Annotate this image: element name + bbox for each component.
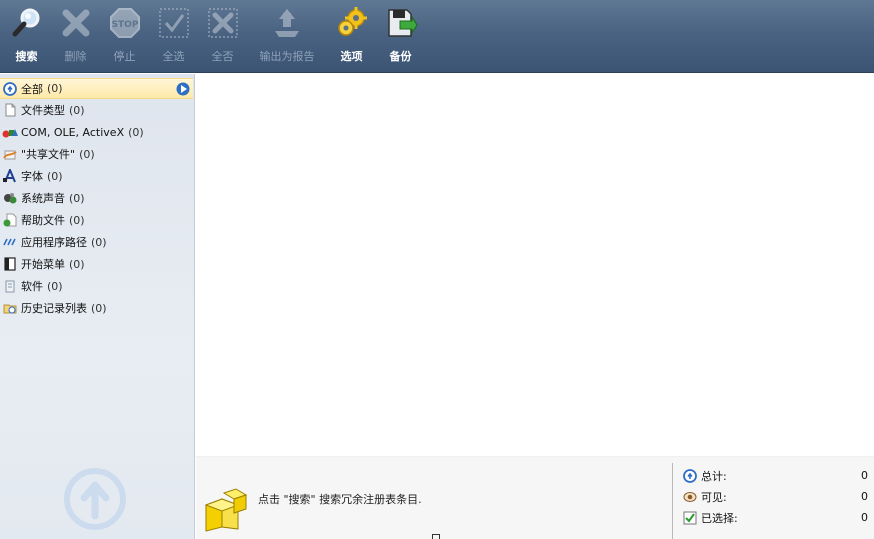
category-name: 开始菜单: [21, 258, 65, 271]
options-button[interactable]: 选项: [327, 0, 376, 66]
stop-button-label: 停止: [113, 50, 136, 63]
category-name: COM, OLE, ActiveX: [21, 125, 125, 139]
stop-sign-icon: STOP: [107, 5, 143, 41]
help-file-icon: [2, 212, 18, 228]
all-info-icon: [2, 81, 18, 97]
category-item-system-sounds[interactable]: 系统声音 (0): [0, 187, 194, 209]
delete-button[interactable]: 删除: [51, 0, 100, 66]
category-item-shared-files[interactable]: "共享文件" (0): [0, 143, 194, 165]
category-name: 历史记录列表: [21, 302, 87, 315]
mouse-cursor: [432, 534, 440, 539]
toolbar: 搜索 删除 STOP 停止 全选 全否 输出为报告 选项 备份: [0, 0, 874, 73]
category-item-com-ole-activex[interactable]: COM, OLE, ActiveX (0): [0, 121, 194, 143]
category-count: (0): [69, 103, 85, 117]
category-item-software[interactable]: 软件 (0): [0, 275, 194, 297]
check-all-icon: [156, 5, 192, 41]
category-item-help-files[interactable]: 帮助文件 (0): [0, 209, 194, 231]
registry-cubes-icon: [202, 487, 248, 533]
select-none-button[interactable]: 全否: [198, 0, 247, 66]
history-list-icon: [2, 300, 18, 316]
stat-value: 0: [861, 511, 868, 524]
status-area: 点击 "搜索" 搜索冗余注册表条目. 总计: 0 可见: 0 已选择: 0: [196, 456, 874, 539]
app-logo-watermark-icon: [62, 466, 128, 532]
select-all-button-label: 全选: [162, 50, 185, 63]
category-count: (0): [79, 147, 95, 161]
category-list: 全部 (0) 文件类型 (0) COM, OLE, ActiveX (0) "共…: [0, 74, 194, 319]
category-count: (0): [47, 82, 63, 95]
results-panel: [196, 74, 874, 456]
svg-text:STOP: STOP: [111, 20, 138, 30]
app-path-icon: [2, 234, 18, 250]
stats-summary: 总计: 0 可见: 0 已选择: 0: [682, 465, 868, 528]
export-report-icon: [269, 5, 305, 41]
stat-value: 0: [861, 490, 868, 503]
stop-button[interactable]: STOP 停止: [100, 0, 149, 66]
category-name: 软件: [21, 280, 43, 293]
selected-check-icon: [682, 510, 697, 525]
category-count: (0): [91, 235, 107, 249]
stat-row-total: 总计: 0: [682, 465, 868, 486]
category-count: (0): [69, 257, 85, 271]
export-report-button[interactable]: 输出为报告: [247, 0, 327, 66]
status-hint-text: 点击 "搜索" 搜索冗余注册表条目.: [258, 493, 422, 506]
delete-button-label: 删除: [64, 50, 87, 63]
stat-row-selected: 已选择: 0: [682, 507, 868, 528]
category-name: 文件类型: [21, 104, 65, 117]
stat-label: 可见:: [701, 490, 727, 504]
category-item-app-paths[interactable]: 应用程序路径 (0): [0, 231, 194, 253]
category-count: (0): [128, 125, 144, 139]
start-menu-icon: [2, 256, 18, 272]
total-info-icon: [682, 468, 697, 483]
options-button-label: 选项: [340, 50, 363, 63]
file-type-icon: [2, 102, 18, 118]
category-name: 字体: [21, 170, 43, 183]
backup-button-label: 备份: [389, 50, 412, 63]
category-item-all[interactable]: 全部 (0): [0, 78, 193, 99]
category-count: (0): [47, 169, 63, 183]
com-shapes-icon: [2, 124, 18, 140]
category-name: 应用程序路径: [21, 236, 87, 249]
shared-file-icon: [2, 146, 18, 162]
category-name: 全部: [21, 82, 43, 96]
status-divider: [672, 463, 673, 539]
backup-icon: [383, 5, 419, 41]
category-count: (0): [91, 301, 107, 315]
category-item-history-list[interactable]: 历史记录列表 (0): [0, 297, 194, 319]
gears-icon: [334, 5, 370, 41]
category-item-file-types[interactable]: 文件类型 (0): [0, 99, 194, 121]
select-none-button-label: 全否: [211, 50, 234, 63]
category-name: 系统声音: [21, 192, 65, 205]
select-all-button[interactable]: 全选: [149, 0, 198, 66]
search-button[interactable]: 搜索: [2, 0, 51, 66]
visible-eye-icon: [682, 489, 697, 504]
export-report-button-label: 输出为报告: [259, 50, 315, 63]
category-item-start-menu[interactable]: 开始菜单 (0): [0, 253, 194, 275]
category-count: (0): [69, 213, 85, 227]
stat-value: 0: [861, 469, 868, 482]
magnifier-icon: [9, 5, 45, 41]
category-name: 帮助文件: [21, 214, 65, 227]
category-count: (0): [69, 191, 85, 205]
search-button-label: 搜索: [15, 50, 38, 63]
font-icon: [2, 168, 18, 184]
stat-label: 总计:: [701, 469, 727, 483]
stat-row-visible: 可见: 0: [682, 486, 868, 507]
category-sidebar: 全部 (0) 文件类型 (0) COM, OLE, ActiveX (0) "共…: [0, 74, 195, 539]
software-icon: [2, 278, 18, 294]
backup-button[interactable]: 备份: [376, 0, 425, 66]
uncheck-all-icon: [205, 5, 241, 41]
delete-x-icon: [58, 5, 94, 41]
category-item-fonts[interactable]: 字体 (0): [0, 165, 194, 187]
system-sound-icon: [2, 190, 18, 206]
stat-label: 已选择:: [701, 511, 738, 525]
category-name: "共享文件": [21, 148, 76, 161]
selected-arrow-icon: [176, 82, 190, 96]
category-count: (0): [47, 279, 63, 293]
